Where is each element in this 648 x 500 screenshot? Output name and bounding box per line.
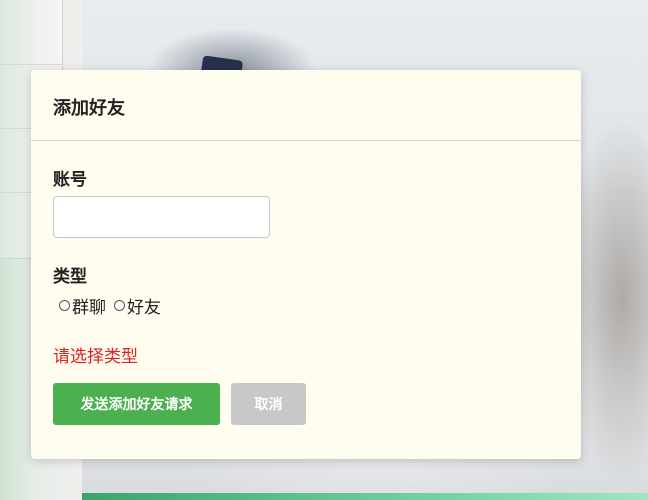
radio-button-icon[interactable] (114, 300, 125, 311)
type-option-label: 好友 (127, 298, 161, 318)
account-input[interactable] (53, 196, 270, 238)
sidebar-divider (0, 64, 62, 65)
type-option-label: 群聊 (72, 298, 106, 318)
radio-button-icon[interactable] (59, 300, 70, 311)
type-option-friend[interactable]: 好友 (114, 293, 161, 318)
type-radio-group: 群聊 好友 (53, 293, 559, 318)
dialog-body: 账号 类型 群聊 好友 请选择类型 发送添加好友请求 取消 (31, 141, 581, 425)
add-friend-dialog: 添加好友 账号 类型 群聊 好友 请选择类型 发送添加好友请求 取消 (31, 70, 581, 459)
cancel-button[interactable]: 取消 (231, 383, 306, 425)
dialog-header: 添加好友 (31, 70, 581, 141)
type-option-group-chat[interactable]: 群聊 (59, 293, 106, 318)
type-label: 类型 (53, 267, 87, 287)
app-window: 添加好友 账号 类型 群聊 好友 请选择类型 发送添加好友请求 取消 (0, 0, 648, 500)
bottom-accent-bar (82, 493, 648, 500)
send-friend-request-button[interactable]: 发送添加好友请求 (53, 383, 220, 425)
account-label: 账号 (53, 170, 87, 190)
validation-error: 请选择类型 (53, 347, 138, 367)
dialog-actions: 发送添加好友请求 取消 (53, 383, 559, 425)
dialog-title: 添加好友 (53, 98, 125, 119)
